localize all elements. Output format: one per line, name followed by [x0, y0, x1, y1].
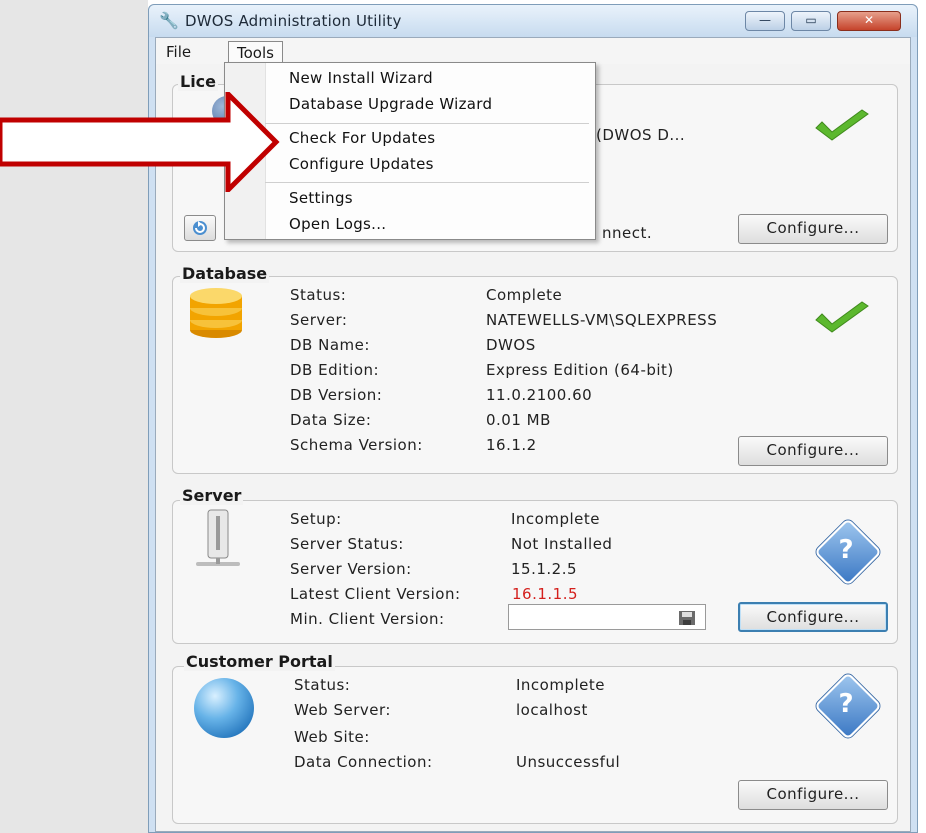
close-button[interactable]: ✕ — [837, 11, 901, 31]
data-connection-label: Data Connection: — [294, 753, 433, 771]
maximize-button[interactable]: ▭ — [791, 11, 831, 31]
db-name-label: DB Name: — [290, 336, 370, 354]
db-version-label: DB Version: — [290, 386, 383, 404]
db-name-value: DWOS — [486, 336, 536, 354]
license-ok-check-icon — [815, 109, 869, 141]
menu-item-open-logs[interactable]: Open Logs... — [289, 215, 386, 233]
server-setup-value: Incomplete — [511, 510, 600, 528]
server-configure-button[interactable]: Configure... — [738, 602, 888, 632]
menu-tools[interactable]: Tools — [228, 41, 283, 64]
db-edition-label: DB Edition: — [290, 361, 380, 379]
app-wrench-icon: 🔧 — [159, 11, 179, 30]
latest-client-version-label: Latest Client Version: — [290, 585, 461, 603]
portal-status-label: Status: — [294, 676, 351, 694]
save-icon[interactable] — [678, 610, 696, 626]
license-server-value: (DWOS D... — [596, 126, 686, 144]
license-refresh-button[interactable] — [184, 215, 216, 241]
server-version-value: 15.1.2.5 — [511, 560, 578, 578]
db-size-label: Data Size: — [290, 411, 372, 429]
license-configure-button[interactable]: Configure... — [738, 214, 888, 244]
db-status-value: Complete — [486, 286, 563, 304]
license-connection-value: nnect. — [602, 224, 653, 242]
min-client-version-input[interactable] — [508, 604, 706, 630]
db-size-value: 0.01 MB — [486, 411, 551, 429]
menu-file[interactable]: File — [160, 41, 197, 63]
db-edition-value: Express Edition (64-bit) — [486, 361, 674, 379]
server-version-label: Server Version: — [290, 560, 412, 578]
db-status-label: Status: — [290, 286, 347, 304]
menu-item-settings[interactable]: Settings — [289, 189, 353, 207]
web-site-label: Web Site: — [294, 728, 370, 746]
database-icon — [190, 288, 242, 338]
globe-icon — [194, 678, 254, 738]
refresh-icon — [193, 221, 207, 235]
server-status-label: Server Status: — [290, 535, 404, 553]
web-server-value: localhost — [516, 701, 588, 719]
database-configure-button[interactable]: Configure... — [738, 436, 888, 466]
menu-separator — [265, 182, 589, 183]
web-server-label: Web Server: — [294, 701, 391, 719]
menu-item-database-upgrade-wizard[interactable]: Database Upgrade Wizard — [289, 95, 492, 113]
min-client-version-label: Min. Client Version: — [290, 610, 445, 628]
latest-client-version-value: 16.1.1.5 — [512, 585, 579, 603]
database-ok-check-icon — [815, 301, 869, 333]
title-bar[interactable]: 🔧 DWOS Administration Utility — ▭ ✕ — [149, 5, 917, 37]
server-question-mark: ? — [838, 535, 854, 565]
minimize-button[interactable]: — — [745, 11, 785, 31]
portal-question-mark: ? — [838, 689, 854, 719]
db-schema-label: Schema Version: — [290, 436, 423, 454]
menu-item-check-for-updates[interactable]: Check For Updates — [289, 129, 435, 147]
server-question-icon: ? — [814, 518, 882, 586]
server-setup-label: Setup: — [290, 510, 342, 528]
db-version-value: 11.0.2100.60 — [486, 386, 593, 404]
menu-separator — [265, 123, 589, 124]
menu-bar: File Tools — [156, 38, 910, 64]
server-status-value: Not Installed — [511, 535, 613, 553]
license-group-title: Lice — [178, 72, 219, 91]
data-connection-value: Unsuccessful — [516, 753, 621, 771]
server-tower-icon — [196, 509, 240, 566]
menu-item-new-install-wizard[interactable]: New Install Wizard — [289, 69, 433, 87]
db-server-value: NATEWELLS-VM\SQLEXPRESS — [486, 311, 718, 329]
server-group-title: Server — [180, 486, 244, 505]
portal-status-value: Incomplete — [516, 676, 605, 694]
menu-item-configure-updates[interactable]: Configure Updates — [289, 155, 434, 173]
portal-configure-button[interactable]: Configure... — [738, 780, 888, 810]
window-title: DWOS Administration Utility — [185, 12, 402, 30]
annotation-arrow-icon — [0, 92, 280, 192]
portal-question-icon: ? — [814, 672, 882, 740]
database-group-title: Database — [180, 264, 270, 283]
db-server-label: Server: — [290, 311, 348, 329]
db-schema-value: 16.1.2 — [486, 436, 537, 454]
portal-group-title: Customer Portal — [184, 652, 335, 671]
